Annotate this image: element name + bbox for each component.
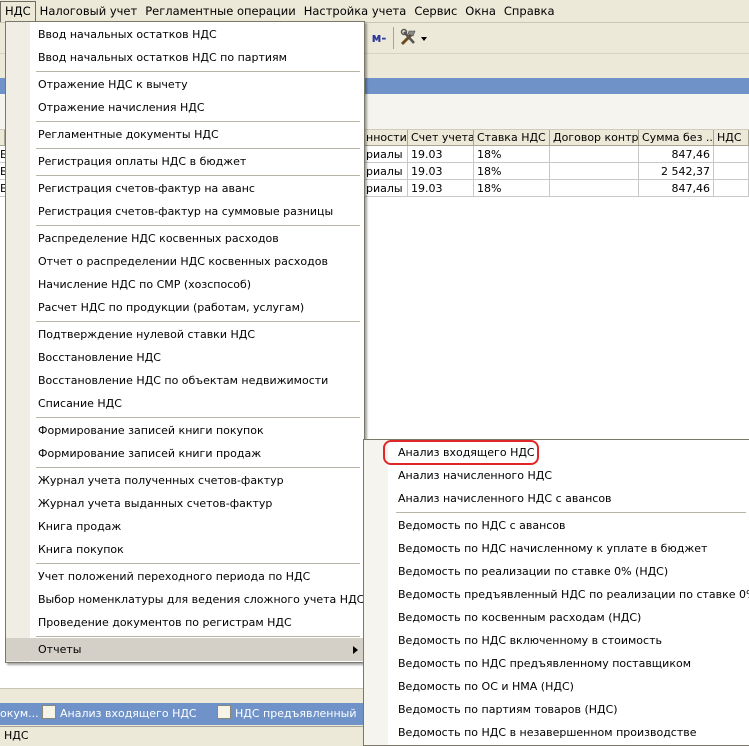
taskbar-item-vat-presented[interactable]: НДС предъявленный	[217, 705, 357, 723]
memory-minus-button[interactable]: м-	[366, 26, 392, 50]
menu-regulatory-operations[interactable]: Регламентные операции	[141, 1, 300, 21]
menu-help[interactable]: Справка	[500, 1, 559, 21]
menu-windows[interactable]: Окна	[461, 1, 500, 21]
menu-accounting-settings[interactable]: Настройка учета	[300, 1, 411, 21]
menu-item-transition-period[interactable]: Учет положений переходного периода по НД…	[6, 565, 364, 588]
table-cell	[714, 163, 749, 180]
highlight-ring	[383, 440, 539, 465]
menu-item-products-vat-calculation[interactable]: Расчет НДС по продукции (работам, услуга…	[6, 296, 364, 319]
menu-item-vat-regulatory-documents[interactable]: Регламентные документы НДС	[6, 123, 364, 146]
menu-item-reports[interactable]: Отчеты	[6, 638, 364, 661]
table-cell: риалы	[363, 146, 408, 163]
table-header-cell[interactable]: Счет учета...	[408, 130, 474, 146]
menu-separator	[36, 71, 360, 72]
submenu-item-zero-rate-sales-statement[interactable]: Ведомость по реализации по ставке 0% (НД…	[364, 560, 749, 583]
menu-separator	[36, 467, 360, 468]
table-cell	[714, 180, 749, 197]
submenu-item-accrued-vat-advances-analysis[interactable]: Анализ начисленного НДС с авансов	[364, 487, 749, 510]
table-cell: 847,46	[639, 180, 714, 197]
menu-separator	[36, 175, 360, 176]
menu-item-complex-vat-nomenclature[interactable]: Выбор номенклатуры для ведения сложного …	[6, 588, 364, 611]
submenu-item-advances-vat-statement[interactable]: Ведомость по НДС с авансов	[364, 514, 749, 537]
menubar: НДС Налоговый учет Регламентные операции…	[0, 0, 749, 23]
menu-separator	[36, 563, 360, 564]
table-cell: 18%	[474, 146, 550, 163]
table-cell: 18%	[474, 180, 550, 197]
submenu-item-goods-lots-vat-statement[interactable]: Ведомость по партиям товаров (НДС)	[364, 698, 749, 721]
menu-tax-accounting[interactable]: Налоговый учет	[36, 1, 142, 21]
menu-separator	[36, 225, 360, 226]
menu-item-indirect-costs-vat-distribution[interactable]: Распределение НДС косвенных расходов	[6, 227, 364, 250]
reports-submenu: Анализ входящего НДС Анализ начисленного…	[363, 439, 749, 746]
submenu-item-wip-vat-statement[interactable]: Ведомость по НДС в незавершенном произво…	[364, 721, 749, 744]
menu-item-initial-vat-balances-by-lots[interactable]: Ввод начальных остатков НДС по партиям	[6, 46, 364, 69]
menu-item-vat-restoration[interactable]: Восстановление НДС	[6, 346, 364, 369]
table-cell	[550, 163, 639, 180]
submenu-arrow-icon	[353, 646, 358, 654]
menu-item-amount-differences-invoices[interactable]: Регистрация счетов-фактур на суммовые ра…	[6, 200, 364, 223]
report-icon	[42, 705, 56, 719]
menu-item-received-invoices-journal[interactable]: Журнал учета полученных счетов-фактур	[6, 469, 364, 492]
table-cell: 18%	[474, 163, 550, 180]
submenu-item-fixed-assets-vat-statement[interactable]: Ведомость по ОС и НМА (НДС)	[364, 675, 749, 698]
table-cell: 847,46	[639, 146, 714, 163]
table-cell: 2 542,37	[639, 163, 714, 180]
menu-item-sales-book-entries[interactable]: Формирование записей книги продаж	[6, 442, 364, 465]
menu-item-indirect-costs-vat-report[interactable]: Отчет о распределении НДС косвенных расх…	[6, 250, 364, 273]
menu-item-vat-deduction[interactable]: Отражение НДС к вычету	[6, 73, 364, 96]
submenu-item-vat-included-cost-statement[interactable]: Ведомость по НДС включенному в стоимость	[364, 629, 749, 652]
taskbar-item-label: НДС предъявленный	[235, 707, 357, 720]
menu-item-issued-invoices-journal[interactable]: Журнал учета выданных счетов-фактур	[6, 492, 364, 515]
menu-separator	[396, 512, 746, 513]
table-header-cell[interactable]: Договор контр...	[550, 130, 639, 146]
menu-item-vat-write-off[interactable]: Списание НДС	[6, 392, 364, 415]
menu-item-initial-vat-balances[interactable]: Ввод начальных остатков НДС	[6, 23, 364, 46]
menu-item-vat-payment-registration[interactable]: Регистрация оплаты НДС в бюджет	[6, 150, 364, 173]
menu-item-vat-restoration-real-estate[interactable]: Восстановление НДС по объектам недвижимо…	[6, 369, 364, 392]
table-header-cell[interactable]: НДС	[714, 130, 749, 146]
menu-separator	[36, 321, 360, 322]
menu-nds[interactable]: НДС	[0, 0, 36, 22]
taskbar-item-documents[interactable]: окум...	[0, 705, 38, 723]
menu-item-purchase-book[interactable]: Книга покупок	[6, 538, 364, 561]
menu-separator	[36, 121, 360, 122]
table-cell: риалы	[363, 163, 408, 180]
table-header-cell[interactable]: Ставка НДС	[474, 130, 550, 146]
table-header-cell[interactable]: Сумма без ...	[639, 130, 714, 146]
submenu-item-supplier-vat-statement[interactable]: Ведомость по НДС предъявленному поставщи…	[364, 652, 749, 675]
table-cell	[714, 146, 749, 163]
table-cell: 19.03	[408, 163, 474, 180]
menu-item-zero-rate-confirmation[interactable]: Подтверждение нулевой ставки НДС	[6, 323, 364, 346]
toolbar-separator	[393, 27, 394, 49]
tools-button[interactable]	[396, 26, 432, 50]
menu-separator	[36, 636, 360, 637]
taskbar-item-label: Анализ входящего НДС	[60, 707, 197, 720]
nds-dropdown-menu: Ввод начальных остатков НДС Ввод начальн…	[5, 21, 365, 663]
menu-item-vat-accrual[interactable]: Отражение начисления НДС	[6, 96, 364, 119]
menu-service[interactable]: Сервис	[410, 1, 461, 21]
menu-item-smr-vat-accrual[interactable]: Начисление НДС по СМР (хозспособ)	[6, 273, 364, 296]
menu-item-advance-invoices-registration[interactable]: Регистрация счетов-фактур на аванс	[6, 177, 364, 200]
table-header-cell[interactable]: нности	[363, 130, 408, 146]
taskbar-item-input-vat-analysis[interactable]: Анализ входящего НДС	[42, 705, 212, 723]
submenu-item-accrued-vat-analysis[interactable]: Анализ начисленного НДС	[364, 464, 749, 487]
submenu-item-indirect-costs-statement[interactable]: Ведомость по косвенным расходам (НДС)	[364, 606, 749, 629]
submenu-item-vat-payable-statement[interactable]: Ведомость по НДС начисленному к уплате в…	[364, 537, 749, 560]
table-cell	[550, 146, 639, 163]
submenu-item-presented-vat-zero-rate-statement[interactable]: Ведомость предъявленный НДС по реализаци…	[364, 583, 749, 606]
menu-separator	[36, 417, 360, 418]
menu-item-vat-registers-posting[interactable]: Проведение документов по регистрам НДС	[6, 611, 364, 634]
table-cell: 19.03	[408, 146, 474, 163]
menu-item-sales-book[interactable]: Книга продаж	[6, 515, 364, 538]
menu-item-purchase-book-entries[interactable]: Формирование записей книги покупок	[6, 419, 364, 442]
tools-icon	[400, 28, 427, 46]
document-icon	[217, 705, 231, 719]
table-cell: риалы	[363, 180, 408, 197]
menu-separator	[36, 148, 360, 149]
table-cell: 19.03	[408, 180, 474, 197]
menu-item-label: Отчеты	[38, 643, 82, 656]
table-cell	[550, 180, 639, 197]
